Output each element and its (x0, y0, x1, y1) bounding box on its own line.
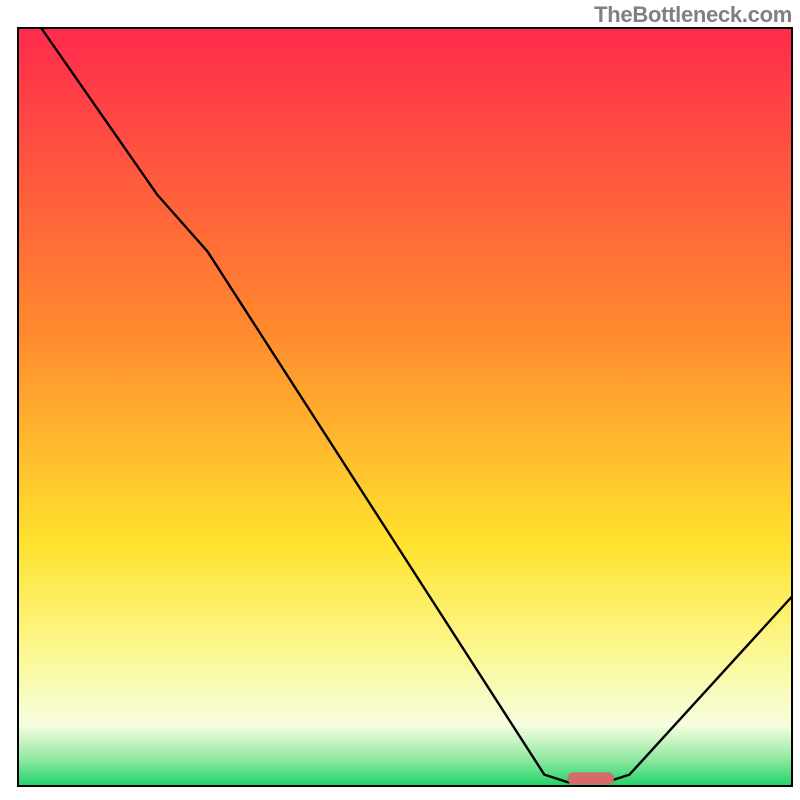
chart-container: TheBottleneck.com (0, 0, 800, 800)
optimal-marker (568, 772, 614, 784)
bottleneck-chart (0, 0, 800, 800)
plot-background (18, 28, 792, 786)
